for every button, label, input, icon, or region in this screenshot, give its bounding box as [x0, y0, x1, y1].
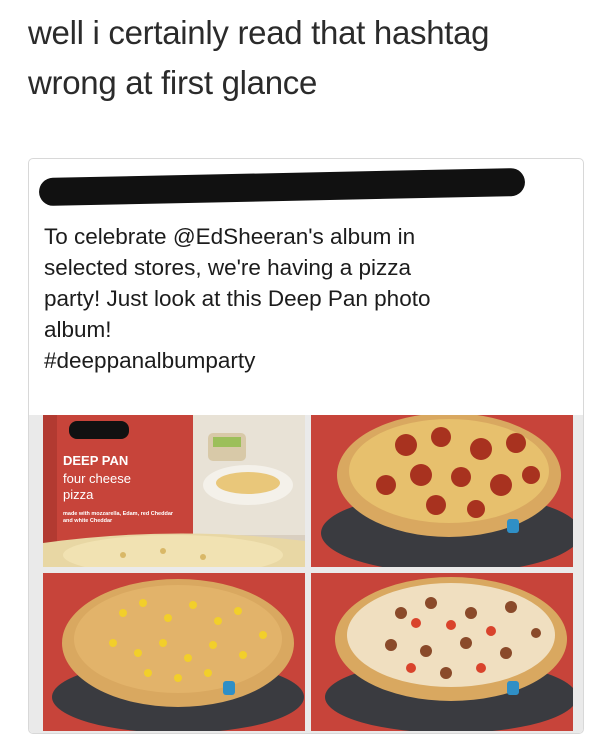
caption-line-2: wrong at first glance: [28, 64, 318, 101]
box-subtitle-line-2: pizza: [63, 487, 94, 502]
photo-sweetcorn-pizza[interactable]: [43, 573, 305, 731]
post-line-3: party! Just look at this Deep Pan photo: [44, 286, 431, 311]
box-title: DEEP PAN: [63, 453, 129, 468]
pepperoni-pizza-image: [311, 415, 573, 567]
photo-deep-pan-box[interactable]: DEEP PAN four cheese pizza made with moz…: [43, 415, 305, 567]
meme-caption: well i certainly read that hashtag wrong…: [28, 8, 588, 108]
box-subtitle-line-1: four cheese: [63, 471, 131, 486]
box-small-line-2: and white Cheddar: [63, 518, 113, 524]
redacted-mark: [69, 421, 129, 439]
photo-grid: DEEP PAN four cheese pizza made with moz…: [29, 415, 583, 733]
sweetcorn-pizza-image: [43, 573, 305, 731]
photo-meat-pizza[interactable]: [311, 573, 573, 731]
post-text: To celebrate @EdSheeran's album in selec…: [44, 221, 564, 376]
box-small-line-1: made with mozzarella, Edam, red Cheddar: [63, 511, 174, 517]
post-hashtag[interactable]: #deeppanalbumparty: [44, 345, 564, 376]
meat-pizza-image: [311, 573, 573, 731]
post-line-2: selected stores, we're having a pizza: [44, 255, 411, 280]
post-card[interactable]: To celebrate @EdSheeran's album in selec…: [28, 158, 584, 734]
redacted-author-bar: [38, 167, 526, 207]
caption-line-1: well i certainly read that hashtag: [28, 14, 490, 51]
post-line-1: To celebrate @EdSheeran's album in: [44, 224, 416, 249]
box-subtitle: four cheese pizza: [63, 471, 173, 503]
box-small-print: made with mozzarella, Edam, red Cheddar …: [63, 511, 183, 525]
post-line-4: album!: [44, 317, 112, 342]
photo-pepperoni-pizza[interactable]: [311, 415, 573, 567]
